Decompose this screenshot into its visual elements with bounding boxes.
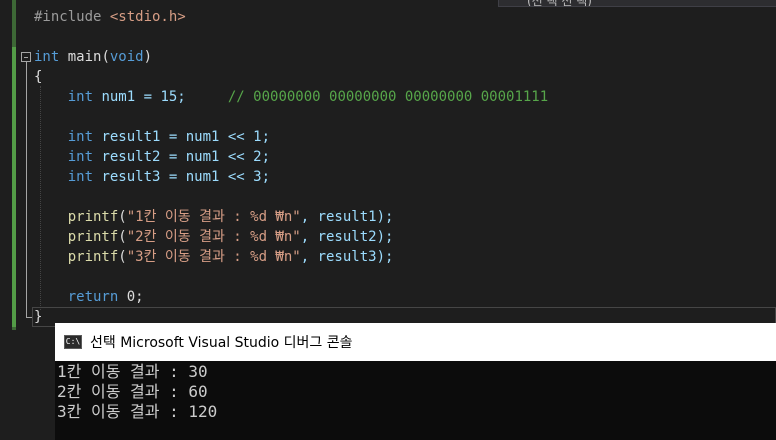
code-token: int <box>67 169 94 185</box>
code-line[interactable]: return 0; <box>34 287 548 307</box>
collapse-icon[interactable] <box>21 52 31 62</box>
code-token: 0; <box>118 289 144 305</box>
code-token: return <box>67 289 119 305</box>
change-tracking-bar-saved <box>12 47 16 327</box>
console-output-line: 3칸 이동 결과 : 120 <box>57 402 218 421</box>
code-token: ( <box>118 229 127 245</box>
code-token: } <box>34 309 43 325</box>
code-token: // 00000000 00000000 00000000 00001111 <box>227 89 549 105</box>
code-line[interactable]: int result2 = num1 << 2; <box>34 147 548 167</box>
code-token: ) <box>143 49 153 65</box>
code-line[interactable]: printf("3칸 이동 결과 : %d ₩n", result3); <box>34 247 548 267</box>
code-line[interactable] <box>34 107 548 127</box>
code-line[interactable]: int result1 = num1 << 1; <box>34 127 548 147</box>
code-token: ( <box>118 249 127 265</box>
code-line[interactable]: #include <stdio.h> <box>34 7 548 27</box>
code-line[interactable]: printf("2칸 이동 결과 : %d ₩n", result2); <box>34 227 548 247</box>
code-token: result2 = num1 << 2; <box>93 149 271 165</box>
console-output-line: 1칸 이동 결과 : 30 <box>57 362 208 381</box>
fold-guide <box>26 62 27 318</box>
code-line[interactable] <box>34 267 548 287</box>
code-line[interactable]: { <box>34 67 548 87</box>
console-title-bar[interactable]: C:\ 선택 Microsoft Visual Studio 디버그 콘솔 <box>55 323 776 361</box>
code-line[interactable]: printf("1칸 이동 결과 : %d ₩n", result1); <box>34 207 548 227</box>
code-token: int <box>67 149 94 165</box>
code-token: result3 = num1 << 3; <box>93 169 271 185</box>
code-token: result1 = num1 << 1; <box>93 129 271 145</box>
console-title: 선택 Microsoft Visual Studio 디버그 콘솔 <box>90 335 353 351</box>
code-token: printf <box>67 209 119 225</box>
console-output-line: 2칸 이동 결과 : 60 <box>57 382 208 401</box>
code-line[interactable]: int main(void) <box>34 47 548 67</box>
code-token: main( <box>59 49 110 65</box>
code-token: , result1); <box>300 209 394 225</box>
code-text[interactable]: #include <stdio.h> int main(void) { int n… <box>34 7 548 327</box>
code-token: "1칸 이동 결과 : %d ₩n" <box>126 209 301 225</box>
debug-console-window[interactable]: C:\ 선택 Microsoft Visual Studio 디버그 콘솔 1칸… <box>55 323 776 440</box>
code-token: printf <box>67 249 119 265</box>
code-line[interactable]: int result3 = num1 << 3; <box>34 167 548 187</box>
code-token: int <box>67 89 94 105</box>
code-line[interactable] <box>34 27 548 47</box>
code-token: num1 = 15; <box>93 89 228 105</box>
code-token: "3칸 이동 결과 : %d ₩n" <box>126 249 301 265</box>
console-output[interactable]: 1칸 이동 결과 : 30 2칸 이동 결과 : 60 3칸 이동 결과 : 120 <box>55 361 776 423</box>
code-token: void <box>109 49 144 65</box>
code-token: printf <box>67 229 119 245</box>
console-app-icon: C:\ <box>64 335 82 349</box>
code-token: { <box>34 69 43 85</box>
code-token: "2칸 이동 결과 : %d ₩n" <box>126 229 301 245</box>
code-line[interactable]: int num1 = 15; // 00000000 00000000 0000… <box>34 87 548 107</box>
code-token: #include <box>34 9 110 25</box>
code-token: , result3); <box>300 249 394 265</box>
code-token: , result2); <box>300 229 394 245</box>
code-line[interactable] <box>34 187 548 207</box>
code-token: ( <box>118 209 127 225</box>
code-token: int <box>67 129 94 145</box>
code-token: <stdio.h> <box>109 9 186 25</box>
code-token: int <box>34 49 60 65</box>
